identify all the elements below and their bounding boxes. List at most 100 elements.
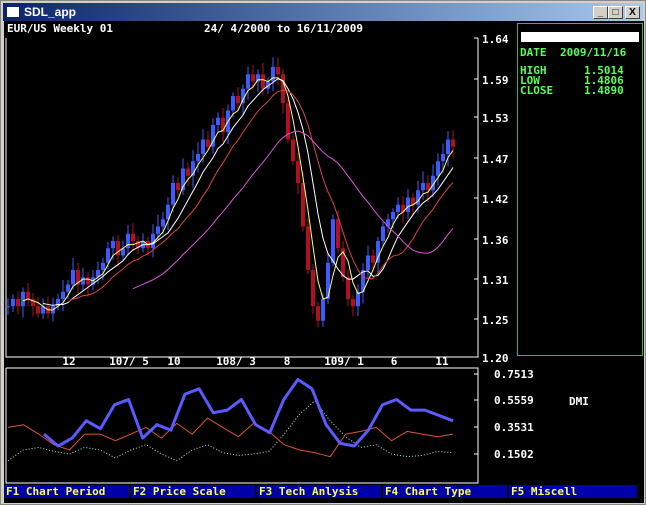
candle-body [186,168,190,176]
price-tick-label: 1.64 [482,33,509,46]
candle-body [451,139,455,147]
candle-body [346,277,350,299]
price-tick-label: 1.47 [482,153,509,166]
candle-body [171,183,175,205]
x-tick-label: 11 [435,355,449,368]
candle-body [261,74,265,89]
dmi-tick-label: 0.3531 [494,421,534,434]
candle-body [316,306,320,321]
candle-body [131,233,135,241]
candle-body [101,262,105,270]
candle-body [441,154,445,162]
candle-body [336,219,340,249]
candle-body [331,219,335,263]
candle-body [326,262,330,299]
price-tick-label: 1.53 [482,112,509,125]
candle-body [281,74,285,104]
candle-body [26,291,30,299]
dmi-tick-label: 0.7513 [494,368,534,381]
indicator-label: DMI [569,395,589,408]
x-tick-label: 6 [391,355,398,368]
candle-body [236,96,240,104]
window-title: SDL_app [24,5,77,19]
candle-body [421,183,425,191]
f1-chart-period-button[interactable]: F1 Chart Period [4,485,129,498]
x-tick-label: 107/ 5 [109,355,149,368]
moving-average-line [67,89,454,303]
candle-body [216,117,220,125]
close-label: CLOSE [520,84,554,97]
candle-body [86,277,90,285]
candle-body [376,241,380,263]
candle-body [36,306,40,314]
candle-body [241,88,245,104]
candle-body [381,226,385,241]
price-tick-label: 1.31 [482,274,509,287]
candle-body [311,270,315,307]
chart-canvas[interactable]: EUR/US Weekly 01 24/ 4/2000 to 16/11/200… [4,21,644,503]
close-value: 1.4890 [584,84,624,97]
f3-tech-analysis-button[interactable]: F3 Tech Anlysis [257,485,381,498]
candle-body [351,299,355,307]
candle-body [161,219,165,227]
candle-body [6,306,10,308]
f4-chart-type-button[interactable]: F4 Chart Type [383,485,507,498]
minimize-button[interactable]: _ [593,6,608,19]
title-bar[interactable]: SDL_app _ □ X [3,3,643,21]
info-blank-bar [521,32,639,42]
candle-body [371,255,375,263]
app-icon [6,6,20,18]
candle-body [196,154,200,162]
candle-body [366,255,370,270]
x-tick-label: 10 [167,355,180,368]
candle-body [406,197,410,212]
candle-body [16,299,20,307]
info-panel: DATE 2009/11/16 HIGH 1.5014 LOW 1.4806 C… [517,23,643,356]
price-tick-label: 1.20 [482,352,509,365]
app-window: SDL_app _ □ X EUR/US Weekly 01 24/ 4/200… [0,0,646,505]
candle-body [106,248,110,263]
candle-body [276,67,280,75]
candle-body [11,299,15,307]
candle-body [321,299,325,321]
candle-body [291,139,295,162]
candle-body [111,241,115,249]
x-tick-label: 108/ 3 [216,355,256,368]
candle-body [61,291,65,299]
x-tick-label: 8 [284,355,291,368]
x-tick-label: 12 [62,355,75,368]
candle-body [306,226,310,270]
candle-body [396,204,400,212]
candle-body [231,96,235,111]
price-tick-label: 1.59 [482,74,509,87]
price-tick-label: 1.36 [482,234,509,247]
function-key-bar: F1 Chart Period F2 Price Scale F3 Tech A… [4,485,644,498]
candle-body [436,161,440,176]
candle-body [66,284,70,292]
close-button[interactable]: X [625,6,640,19]
dmi-tick-label: 0.1502 [494,448,534,461]
maximize-button[interactable]: □ [608,6,623,19]
candle-body [156,226,160,234]
candle-body [81,277,85,285]
date-label: DATE [520,46,547,59]
candle-body [206,139,210,147]
dmi-frame [5,367,479,484]
f5-miscell-button[interactable]: F5 Miscell [509,485,637,498]
candle-body [71,270,75,285]
candle-body [296,161,300,183]
x-tick-label: 109/ 1 [324,355,364,368]
price-tick-label: 1.25 [482,314,509,327]
dmi-line-di [7,400,454,462]
date-value: 2009/11/16 [560,46,627,59]
price-tick-label: 1.42 [482,193,509,206]
f2-price-scale-button[interactable]: F2 Price Scale [131,485,255,498]
candle-body [391,212,395,220]
candle-body [251,74,255,82]
candle-body [21,291,25,307]
candle-body [176,183,180,191]
dmi-tick-label: 0.5559 [494,394,534,407]
candle-body [201,139,205,154]
candle-body [246,74,250,89]
candle-body [446,139,450,154]
